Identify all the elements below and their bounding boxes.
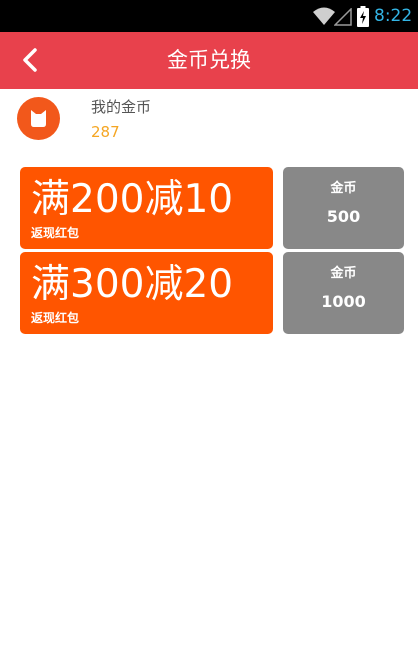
cost-label: 金币 — [330, 181, 357, 196]
cost-value: 1000 — [321, 292, 366, 311]
wallet-summary: 我的金币 287 — [0, 89, 418, 151]
battery-charging-icon — [357, 6, 369, 27]
coupon-card[interactable]: 满200减10 返现红包 — [20, 167, 273, 249]
coupon-card[interactable]: 满300减20 返现红包 — [20, 252, 273, 334]
coupon-subtitle: 返现红包 — [31, 226, 80, 240]
coin-avatar-icon — [17, 97, 60, 140]
wallet-label: 我的金币 — [91, 98, 152, 116]
cost-label: 金币 — [330, 266, 357, 281]
coupon-title: 满200减10 — [31, 177, 234, 222]
exchange-button[interactable]: 金币 1000 — [283, 252, 404, 334]
exchange-button[interactable]: 金币 500 — [283, 167, 404, 249]
coupon-title: 满300减20 — [31, 262, 234, 307]
cost-value: 500 — [326, 207, 361, 226]
page-title: 金币兑换 — [167, 48, 251, 72]
app-header: 金币兑换 — [0, 32, 418, 89]
status-time: 8:22 — [374, 6, 413, 26]
status-bar: 8:22 — [0, 0, 418, 32]
wifi-icon — [313, 7, 335, 25]
wallet-balance: 287 — [91, 123, 120, 141]
cell-signal-icon — [334, 8, 352, 26]
coupon-subtitle: 返现红包 — [31, 311, 80, 325]
